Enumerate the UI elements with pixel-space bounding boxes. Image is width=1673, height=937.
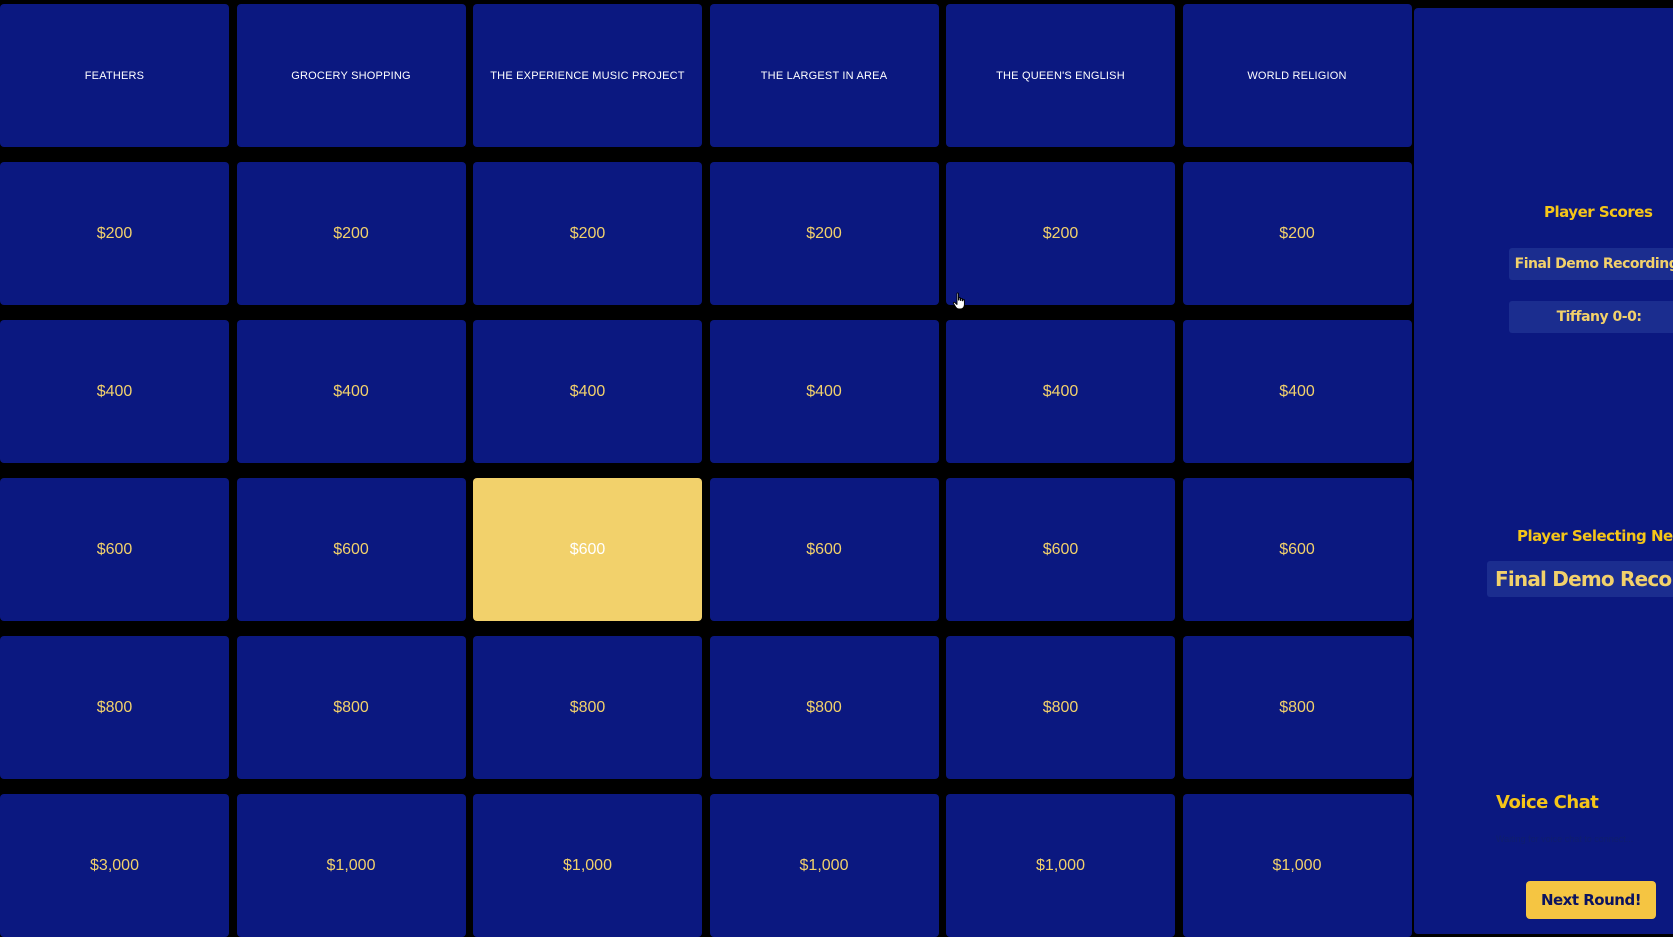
- clue-tile[interactable]: $200: [236, 162, 466, 305]
- clue-tile[interactable]: $600: [709, 478, 939, 621]
- clue-tile[interactable]: $1,000: [946, 794, 1175, 937]
- player-scores-title: Player Scores: [1544, 203, 1653, 221]
- clue-tile[interactable]: $3,000: [0, 794, 229, 937]
- clue-tile[interactable]: $800: [946, 636, 1175, 779]
- category-header: WORLD RELIGION: [1182, 4, 1412, 147]
- sidebar-panel: Player Scores Final Demo Recording: Tiff…: [1414, 8, 1673, 934]
- clue-tile[interactable]: $800: [473, 636, 702, 779]
- clue-tile[interactable]: $1,000: [709, 794, 939, 937]
- clue-tile[interactable]: $800: [236, 636, 466, 779]
- category-header: FEATHERS: [0, 4, 229, 147]
- player-score-row: Final Demo Recording:: [1509, 248, 1673, 280]
- clue-tile-selected[interactable]: $600: [473, 478, 702, 621]
- player-selecting-title: Player Selecting Next:: [1517, 527, 1673, 545]
- clue-tile[interactable]: $400: [709, 320, 939, 463]
- next-round-button[interactable]: Next Round!: [1526, 881, 1656, 919]
- hand-cursor-icon: [952, 292, 965, 310]
- player-score-row: Tiffany 0-0:: [1509, 301, 1673, 333]
- clue-tile[interactable]: $400: [236, 320, 466, 463]
- clue-tile[interactable]: $1,000: [473, 794, 702, 937]
- clue-tile[interactable]: $200: [473, 162, 702, 305]
- category-header: THE EXPERIENCE MUSIC PROJECT: [473, 4, 702, 147]
- selecting-player-name: Final Demo Recording: [1487, 561, 1673, 597]
- category-header: GROCERY SHOPPING: [236, 4, 466, 147]
- clue-tile[interactable]: $800: [709, 636, 939, 779]
- game-screen: FEATHERS GROCERY SHOPPING THE EXPERIENCE…: [0, 0, 1673, 937]
- clue-tile[interactable]: $600: [236, 478, 466, 621]
- category-header: THE QUEEN'S ENGLISH: [946, 4, 1175, 147]
- voice-chat-title: Voice Chat: [1496, 792, 1599, 813]
- clue-tile[interactable]: $400: [473, 320, 702, 463]
- clue-tile[interactable]: $200: [0, 162, 229, 305]
- game-board: FEATHERS GROCERY SHOPPING THE EXPERIENCE…: [0, 4, 1412, 937]
- category-header: THE LARGEST IN AREA: [709, 4, 939, 147]
- clue-tile[interactable]: $200: [1182, 162, 1412, 305]
- voice-chat-status: Waiting for voice chat to connect...: [1496, 834, 1634, 844]
- clue-tile[interactable]: $400: [946, 320, 1175, 463]
- clue-tile[interactable]: $600: [0, 478, 229, 621]
- clue-tile[interactable]: $800: [0, 636, 229, 779]
- clue-tile[interactable]: $600: [946, 478, 1175, 621]
- clue-tile[interactable]: $1,000: [1182, 794, 1412, 937]
- clue-tile[interactable]: $400: [1182, 320, 1412, 463]
- clue-tile[interactable]: $600: [1182, 478, 1412, 621]
- clue-tile[interactable]: $200: [709, 162, 939, 305]
- clue-tile[interactable]: $200: [946, 162, 1175, 305]
- clue-tile[interactable]: $400: [0, 320, 229, 463]
- clue-tile[interactable]: $1,000: [236, 794, 466, 937]
- clue-tile[interactable]: $800: [1182, 636, 1412, 779]
